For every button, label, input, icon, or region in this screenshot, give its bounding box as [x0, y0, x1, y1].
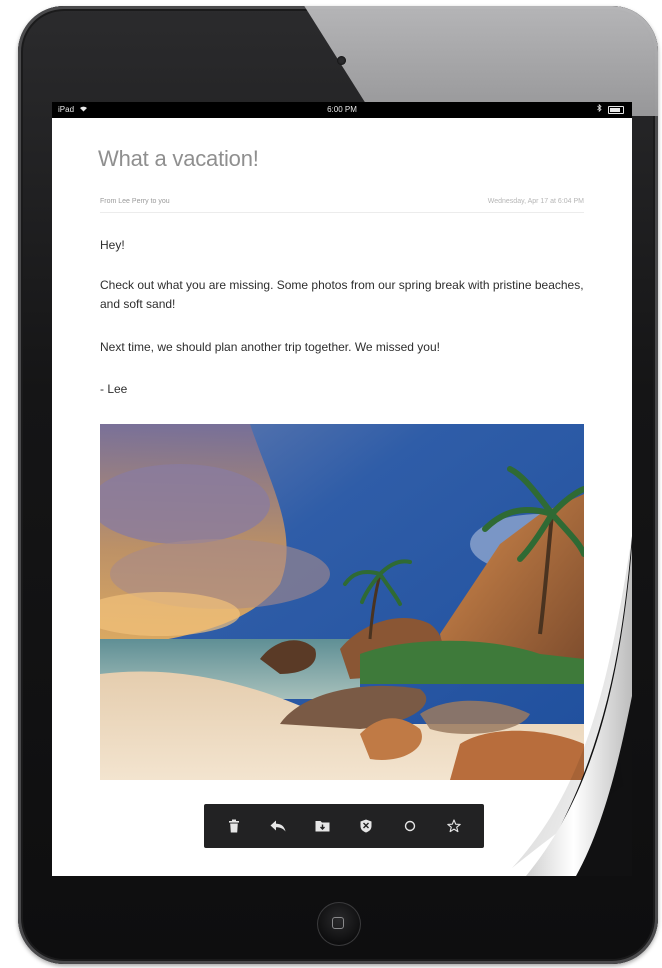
home-square-icon: [332, 917, 344, 929]
email-date: Wednesday, Apr 17 at 6:04 PM: [487, 198, 584, 205]
delete-button[interactable]: [217, 809, 251, 843]
email-paragraph-next: Next time, we should plan another trip t…: [100, 340, 440, 354]
email-from[interactable]: From Lee Perry to you: [100, 198, 170, 205]
email-greeting: Hey!: [100, 238, 125, 252]
reply-button[interactable]: [261, 809, 295, 843]
circle-icon: [404, 820, 416, 832]
bezel-glare: [298, 6, 658, 116]
shield-icon: [360, 819, 372, 833]
email-subject: What a vacation!: [98, 146, 259, 171]
status-indicators: [596, 102, 624, 118]
move-to-folder-button[interactable]: [305, 809, 339, 843]
flag-button[interactable]: [437, 809, 471, 843]
spam-button[interactable]: [349, 809, 383, 843]
reply-icon: [270, 820, 286, 832]
ipad-device: iPad 6:00 PM What a vacation! From Lee P…: [18, 6, 658, 964]
bluetooth-icon: [596, 102, 602, 118]
beach-photo[interactable]: [100, 424, 584, 780]
mark-unread-button[interactable]: [393, 809, 427, 843]
star-icon: [447, 819, 461, 833]
trash-icon: [229, 819, 239, 833]
front-camera: [337, 56, 346, 65]
message-toolbar: [204, 804, 484, 848]
home-button[interactable]: [317, 902, 361, 946]
status-time: 6:00 PM: [327, 105, 357, 114]
header-divider: [100, 212, 584, 213]
email-signature: - Lee: [100, 382, 128, 396]
battery-icon: [608, 106, 624, 114]
folder-icon: [315, 821, 329, 832]
screen: iPad 6:00 PM What a vacation! From Lee P…: [52, 102, 632, 876]
email-paragraph-main: Check out what you are missing. Some pho…: [100, 278, 584, 311]
status-bar: iPad 6:00 PM: [52, 102, 632, 118]
beach-photo-illustration: [100, 424, 584, 780]
